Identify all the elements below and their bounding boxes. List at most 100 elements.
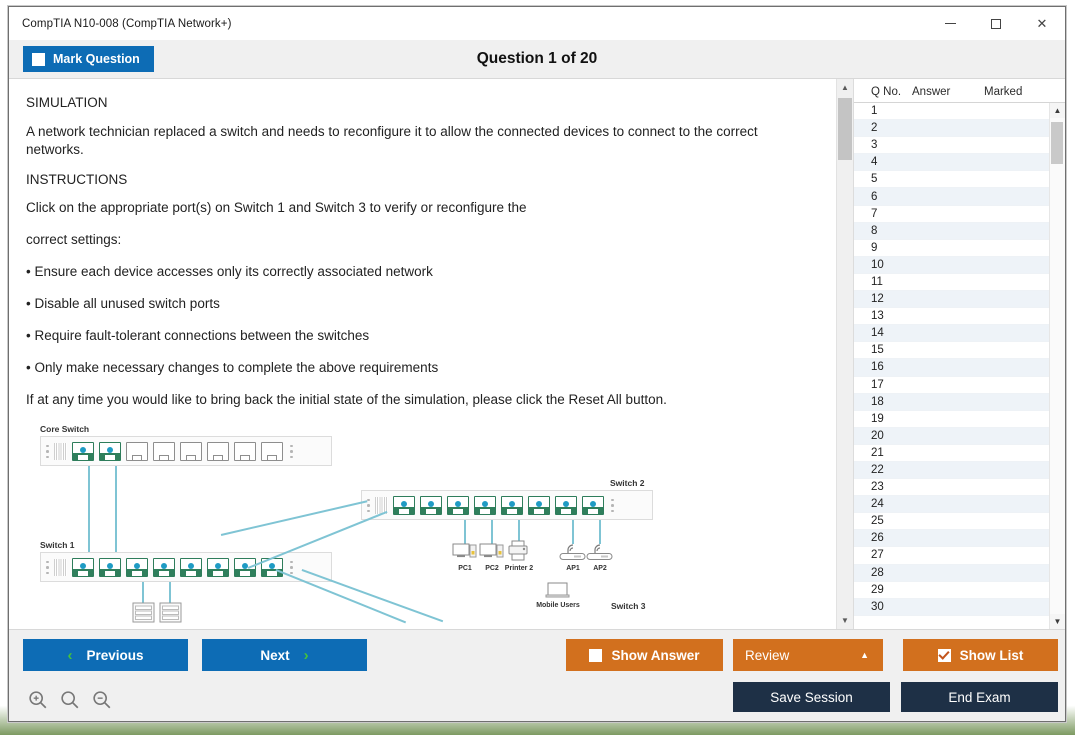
question-list-row[interactable]: 29	[854, 582, 1049, 599]
switch-1-port-2[interactable]	[99, 557, 121, 577]
question-list-row[interactable]: 23	[854, 479, 1049, 497]
switch-2-port-7[interactable]	[555, 495, 577, 515]
maximize-button[interactable]	[973, 7, 1019, 40]
question-number: 2	[871, 122, 878, 135]
review-dropdown[interactable]: Review ▲	[733, 639, 883, 671]
device-pc2[interactable]: PC2	[477, 542, 507, 573]
question-list-row[interactable]: 24	[854, 496, 1049, 514]
question-list-row[interactable]: 28	[854, 564, 1049, 582]
minimize-button[interactable]	[927, 7, 973, 40]
core-switch-port-5[interactable]	[180, 441, 202, 461]
question-list-row[interactable]: 27	[854, 547, 1049, 565]
mark-question-checkbox[interactable]	[32, 52, 45, 66]
switch-2-port-1[interactable]	[393, 495, 415, 515]
scroll-down-icon[interactable]: ▼	[837, 612, 854, 629]
network-topology-diagram[interactable]: Core Switch Switch 1 Switch 2 Switch 3 P…	[26, 424, 836, 629]
core-switch-port-7[interactable]	[234, 441, 256, 461]
switch-1-port-1[interactable]	[72, 557, 94, 577]
device-printer-2[interactable]: Printer 2	[504, 540, 534, 573]
switch-2[interactable]	[361, 490, 653, 521]
switch-2-port-6[interactable]	[528, 495, 550, 515]
question-list-row[interactable]: 2	[854, 120, 1049, 138]
question-list-row[interactable]: 4	[854, 154, 1049, 172]
switch-1-ports[interactable]	[72, 557, 283, 577]
question-list-row[interactable]: 15	[854, 342, 1049, 360]
question-list-row[interactable]: 21	[854, 445, 1049, 462]
switch-1[interactable]	[40, 552, 332, 583]
list-scrollbar-thumb[interactable]	[1051, 122, 1063, 164]
switch-2-port-8[interactable]	[582, 495, 604, 515]
switch-2-port-4[interactable]	[474, 495, 496, 515]
core-switch-port-4[interactable]	[153, 441, 175, 461]
previous-button[interactable]: ‹ Previous	[23, 639, 188, 671]
switch-1-port-5[interactable]	[180, 557, 202, 577]
switch1-label: Switch 1	[40, 540, 75, 551]
device-mobile-users[interactable]: Mobile Users	[530, 582, 586, 610]
zoom-in-icon[interactable]	[27, 689, 49, 711]
switch-2-port-3[interactable]	[447, 495, 469, 515]
device-pc1[interactable]: PC1	[450, 542, 480, 573]
list-scrollbar-track[interactable]	[1050, 118, 1065, 614]
mark-question-label: Mark Question	[53, 52, 140, 66]
switch-2-port-2[interactable]	[420, 495, 442, 515]
end-exam-button[interactable]: End Exam	[901, 682, 1058, 712]
core-switch-ports[interactable]	[72, 441, 283, 461]
question-list-row[interactable]: 10	[854, 256, 1049, 274]
zoom-out-icon[interactable]	[91, 689, 113, 711]
switch-1-port-7[interactable]	[234, 557, 256, 577]
question-list-row[interactable]: 25	[854, 513, 1049, 531]
minimize-icon	[944, 23, 956, 24]
content-scrollbar[interactable]: ▲ ▼	[836, 79, 853, 629]
question-list-row[interactable]: 9	[854, 240, 1049, 257]
show-list-checkbox[interactable]	[937, 648, 951, 662]
list-scroll-up-icon[interactable]: ▲	[1050, 103, 1065, 118]
question-list-row[interactable]: 12	[854, 291, 1049, 309]
question-list-row[interactable]: 19	[854, 411, 1049, 428]
scrollbar-track[interactable]	[837, 96, 854, 612]
switch-1-port-3[interactable]	[126, 557, 148, 577]
list-scroll-down-icon[interactable]: ▼	[1050, 614, 1065, 629]
zoom-controls	[27, 689, 113, 711]
core-switch-port-1[interactable]	[72, 441, 94, 461]
show-answer-button[interactable]: Show Answer	[566, 639, 723, 671]
question-list-row[interactable]: 30	[854, 598, 1049, 616]
zoom-icon[interactable]	[59, 689, 81, 711]
core-switch-port-2[interactable]	[99, 441, 121, 461]
show-answer-checkbox[interactable]	[589, 648, 603, 662]
question-list-rows[interactable]: 1 2 3 4 5 6 7 8 9 10 11 12 13 14 15 16 17 18 19 20 21 22 23 24 2…	[854, 103, 1049, 629]
switch-1-port-6[interactable]	[207, 557, 229, 577]
device-ap2[interactable]: AP2	[584, 542, 616, 573]
question-list-row[interactable]: 26	[854, 530, 1049, 548]
scrollbar-thumb[interactable]	[837, 98, 852, 160]
switch-2-port-5[interactable]	[501, 495, 523, 515]
core-switch-port-3[interactable]	[126, 441, 148, 461]
switch-1-port-4[interactable]	[153, 557, 175, 577]
question-list-row[interactable]: 5	[854, 171, 1049, 189]
show-list-button[interactable]: Show List	[903, 639, 1058, 671]
question-list-row[interactable]: 17	[854, 377, 1049, 394]
core-switch[interactable]	[40, 436, 332, 467]
next-button[interactable]: Next ›	[202, 639, 367, 671]
question-list-row[interactable]: 14	[854, 325, 1049, 343]
question-list-row[interactable]: 11	[854, 274, 1049, 292]
switch-dots-icon	[44, 443, 51, 460]
save-session-button[interactable]: Save Session	[733, 682, 890, 712]
core-switch-port-6[interactable]	[207, 441, 229, 461]
question-list-row[interactable]: 13	[854, 308, 1049, 326]
question-list-row[interactable]: 22	[854, 461, 1049, 480]
question-list-row[interactable]: 6	[854, 188, 1049, 206]
question-list-row[interactable]: 18	[854, 393, 1049, 411]
mark-question-button[interactable]: Mark Question	[23, 46, 154, 72]
question-list-row[interactable]: 20	[854, 427, 1049, 445]
question-list-row[interactable]: 7	[854, 206, 1049, 223]
question-list-pane: Q No. Answer Marked 1 2 3 4 5 6 7 8 9 10 11 12 13 14 1…	[853, 79, 1065, 629]
question-list-row[interactable]: 3	[854, 137, 1049, 155]
question-list-scrollbar[interactable]: ▲ ▼	[1049, 103, 1065, 629]
question-list-row[interactable]: 8	[854, 222, 1049, 240]
question-list-row[interactable]: 16	[854, 359, 1049, 377]
scroll-up-icon[interactable]: ▲	[837, 79, 854, 96]
core-switch-port-8[interactable]	[261, 441, 283, 461]
switch-2-ports[interactable]	[393, 495, 604, 515]
close-button[interactable]: ✕	[1019, 7, 1065, 40]
question-list-row[interactable]: 1	[854, 103, 1049, 121]
